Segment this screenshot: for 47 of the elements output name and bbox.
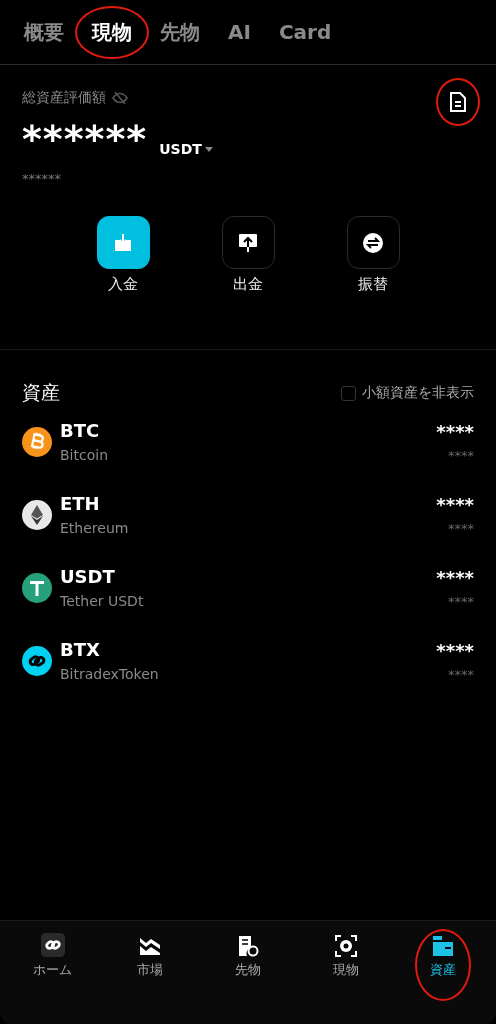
coin-amount: **** [436,493,474,515]
coin-value: **** [448,520,474,536]
coin-name: Ethereum [60,520,130,536]
tab[interactable]: AI [216,14,263,50]
scan-coin-icon [334,935,357,957]
tab[interactable]: Card [266,14,344,50]
transfer-icon[interactable] [346,216,400,269]
coin-value: **** [448,666,474,682]
nav-item[interactable]: 市場 [110,933,191,979]
coin-amount: **** [436,420,474,442]
eye-hidden-icon[interactable] [112,91,128,105]
total-assets-label: 総資産評価額 [22,89,106,107]
coin-symbol: ETH [60,493,101,514]
chain-link-icon [39,933,66,957]
folder-icon [431,935,456,957]
coin-name: BitradexToken [60,666,160,682]
action-label: 出金 [233,275,263,294]
nav-item[interactable]: 資産 [403,933,484,979]
checkbox-label: 小額資産を非表示 [362,384,474,402]
tab[interactable]: 概要 [12,12,76,52]
coin-amount: **** [436,639,474,661]
coin-amount: **** [436,566,474,588]
caret-icon [204,146,213,152]
tab[interactable]: 先物 [148,12,212,52]
sub-amount: ****** [22,171,62,186]
coin-symbol: BTC [60,420,101,441]
coin-name: Bitcoin [60,447,109,463]
withdraw-icon[interactable] [221,216,275,269]
coin-value: **** [448,593,474,609]
document-icon[interactable] [448,91,468,113]
coin-symbol: USDT [60,566,116,587]
nav-item[interactable]: ホーム [12,933,93,979]
document-coin-icon [237,935,259,957]
nav-item[interactable]: 先物 [208,933,288,979]
coin-value: **** [448,447,474,463]
deposit-icon[interactable] [96,216,150,269]
coin-symbol: BTX [60,639,101,660]
nav-item[interactable]: 現物 [305,933,386,979]
action-label: 入金 [108,275,138,294]
currency-dropdown[interactable]: USDT [159,141,213,157]
coin-name: Tether USDt [60,593,145,609]
action-label: 振替 [358,275,388,294]
section-title: 資産 [22,380,60,405]
tab[interactable]: 現物 [80,12,144,52]
chart-icon [139,935,162,957]
checkbox[interactable] [341,385,356,401]
total-amount: ****** [22,119,148,159]
